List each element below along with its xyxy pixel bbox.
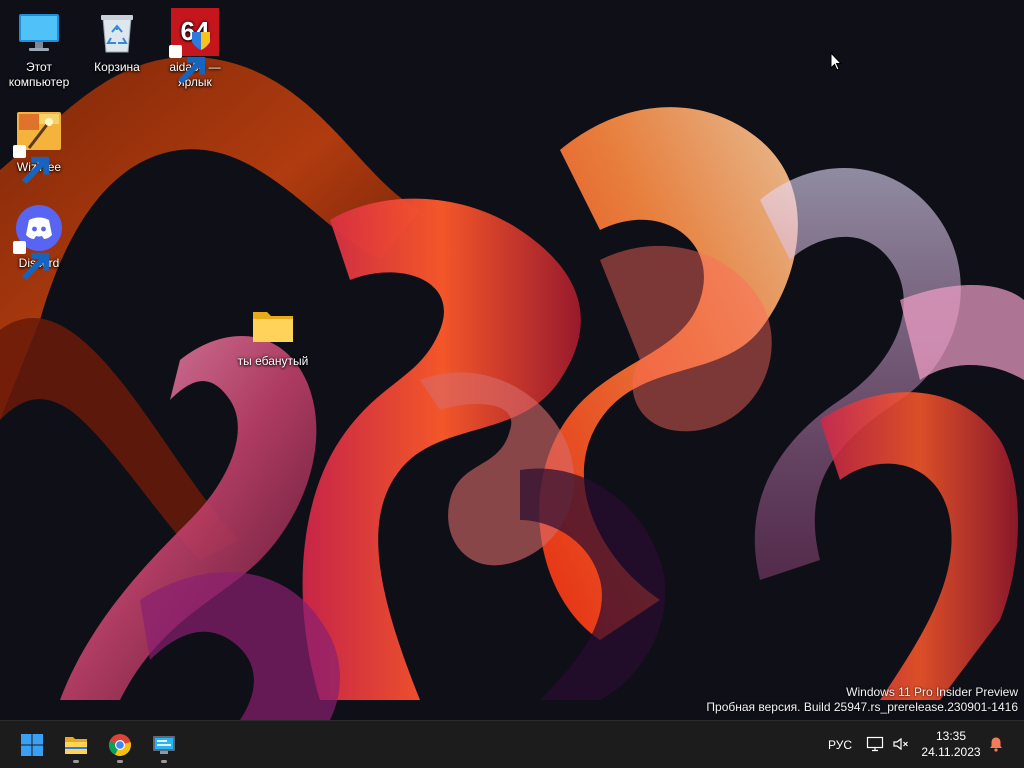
desktop-icon-this-pc[interactable]: Этот компьютер: [0, 8, 78, 90]
this-pc-icon: [15, 8, 63, 56]
input-language-indicator[interactable]: РУС: [828, 738, 852, 752]
network-icon[interactable]: [866, 735, 884, 756]
desktop-icon-discord[interactable]: Discord: [0, 204, 78, 281]
watermark-build: Пробная версия. Build 25947.rs_prereleas…: [706, 700, 1018, 714]
taskbar-remote-desktop[interactable]: [144, 725, 184, 765]
recycle-bin-icon: [93, 8, 141, 56]
watermark-edition: Windows 11 Pro Insider Preview: [846, 685, 1018, 699]
desktop-icon-label: ты ебанутый: [237, 354, 309, 368]
chrome-icon: [108, 734, 131, 756]
desktop-wallpaper: [0, 0, 1024, 720]
start-button[interactable]: [12, 725, 52, 765]
running-indicator: [73, 760, 79, 763]
desktop-icon-recycle-bin[interactable]: Корзина: [78, 8, 156, 75]
desktop-icon-label: Этот компьютер: [8, 60, 70, 89]
desktop-icon-label: Корзина: [94, 60, 140, 74]
windows-build-watermark: Windows 11 Pro Insider Preview Пробная в…: [706, 685, 1018, 715]
clock-time: 13:35: [935, 729, 967, 743]
folder-icon: [249, 302, 297, 350]
windows-start-icon: [21, 734, 43, 756]
volume-muted-icon[interactable]: [892, 735, 910, 756]
wiztree-icon: [13, 108, 63, 185]
notifications-bell-icon[interactable]: [988, 736, 1004, 755]
shortcut-arrow-icon: [13, 145, 50, 185]
system-clock[interactable]: 13:35 24.11.2023: [918, 728, 984, 760]
discord-icon: [13, 204, 63, 281]
remote-desktop-icon: [153, 736, 175, 754]
mouse-cursor-icon: [830, 52, 842, 71]
running-indicator: [117, 760, 123, 763]
taskbar-file-explorer[interactable]: [56, 725, 96, 765]
clock-date: 24.11.2023: [921, 745, 981, 759]
taskbar: РУС 13:35 24.11.2023: [0, 720, 1024, 768]
aida64-icon: 64: [169, 8, 219, 85]
shortcut-arrow-icon: [13, 241, 50, 281]
desktop-icon-wiztree[interactable]: WizTree: [0, 108, 78, 185]
desktop-icon-aida64[interactable]: 64 aida64 — ярлык: [156, 8, 234, 90]
running-indicator: [161, 760, 167, 763]
file-explorer-icon: [65, 737, 87, 754]
desktop-icon-folder[interactable]: ты ебанутый: [234, 302, 312, 369]
taskbar-chrome[interactable]: [100, 725, 140, 765]
shortcut-arrow-icon: [169, 45, 206, 85]
